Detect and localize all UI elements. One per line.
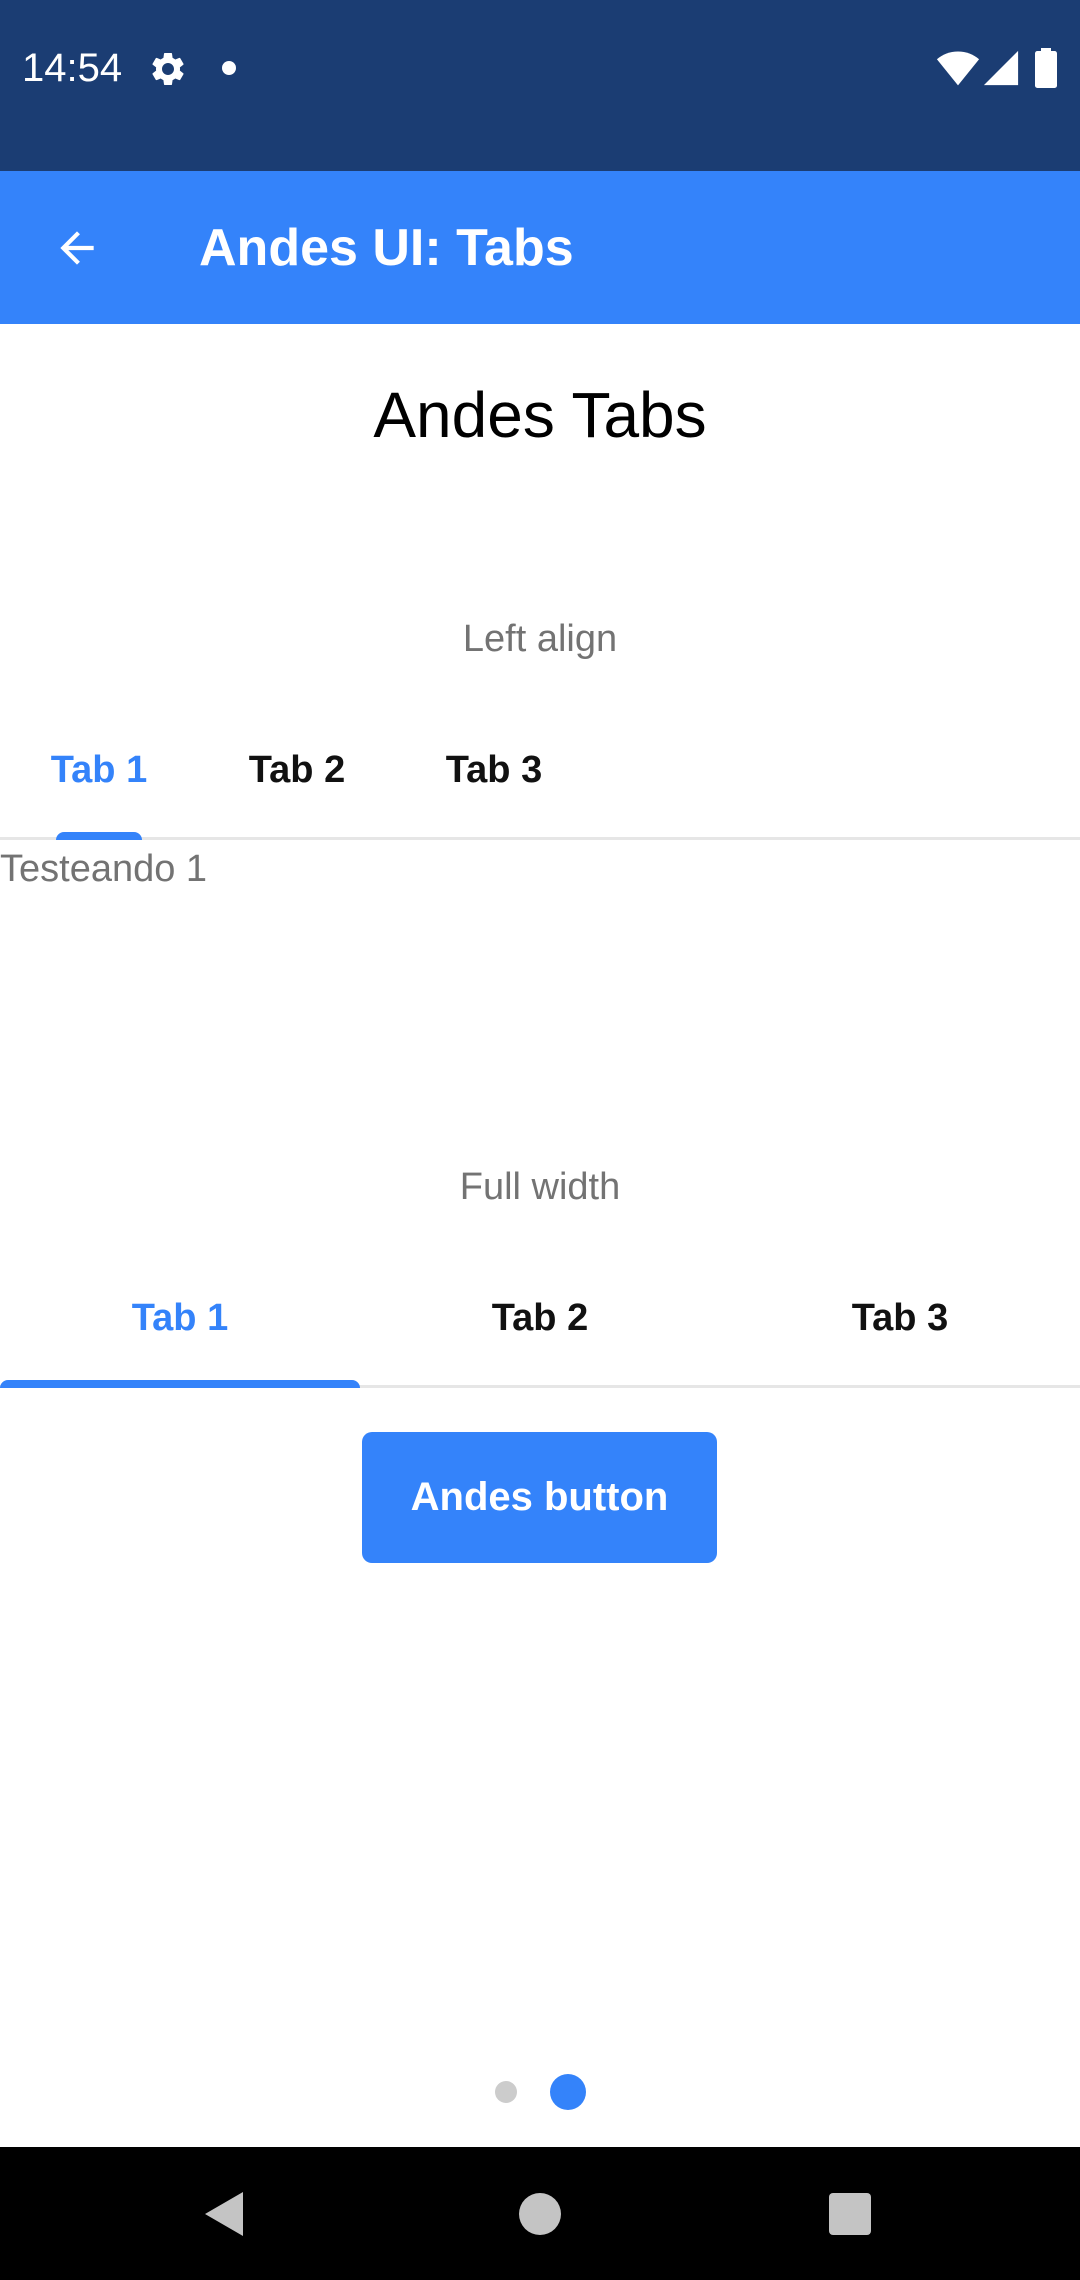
page-heading: Andes Tabs: [373, 379, 707, 451]
arrow-back-icon: [60, 231, 94, 265]
back-button[interactable]: [30, 201, 124, 295]
navigation-bar: [0, 2147, 1080, 2280]
app-title: Andes UI: Tabs: [199, 219, 574, 277]
screen: 14:54 Andes UI: Tabs Andes Tabs Left ali…: [0, 0, 1080, 2280]
section-caption-left-align: Left align: [462, 618, 618, 660]
andes-button[interactable]: Andes button: [362, 1432, 717, 1563]
tab-indicator: [56, 832, 142, 840]
app-bar: Andes UI: Tabs: [0, 171, 1080, 324]
tab-full-width-1[interactable]: Tab 1: [0, 1248, 360, 1388]
notification-dot-icon: [222, 61, 236, 75]
tabs-full-width: Tab 1 Tab 2 Tab 3: [0, 1248, 1080, 1388]
status-bar: 14:54: [0, 0, 1080, 171]
tab-left-align-2[interactable]: Tab 2: [236, 700, 358, 840]
tab-indicator: [0, 1380, 360, 1388]
tab-content-text: Testeando 1: [0, 848, 208, 890]
page-indicator: [0, 2074, 1080, 2110]
nav-home-button[interactable]: [495, 2169, 585, 2259]
gear-icon: [152, 52, 184, 85]
tab-full-width-3[interactable]: Tab 3: [720, 1248, 1080, 1388]
tabs-divider: [0, 837, 1080, 840]
status-time: 14:54: [22, 46, 123, 90]
recents-square-icon: [829, 2193, 871, 2235]
page-indicator-dot-1[interactable]: [495, 2081, 517, 2103]
back-triangle-icon: [205, 2192, 243, 2236]
page-indicator-dot-2[interactable]: [550, 2074, 586, 2110]
tabs-left-align: Tab 1 Tab 2 Tab 3: [0, 700, 1080, 840]
nav-back-button[interactable]: [180, 2169, 270, 2259]
tab-left-align-3[interactable]: Tab 3: [432, 700, 556, 840]
cellular-signal-icon: [983, 50, 1019, 86]
battery-icon: [1035, 48, 1057, 88]
tab-full-width-2[interactable]: Tab 2: [360, 1248, 720, 1388]
home-circle-icon: [519, 2193, 561, 2235]
section-caption-full-width: Full width: [459, 1166, 621, 1208]
wifi-icon: [936, 51, 980, 86]
nav-recents-button[interactable]: [805, 2169, 895, 2259]
tab-left-align-1[interactable]: Tab 1: [36, 700, 162, 840]
